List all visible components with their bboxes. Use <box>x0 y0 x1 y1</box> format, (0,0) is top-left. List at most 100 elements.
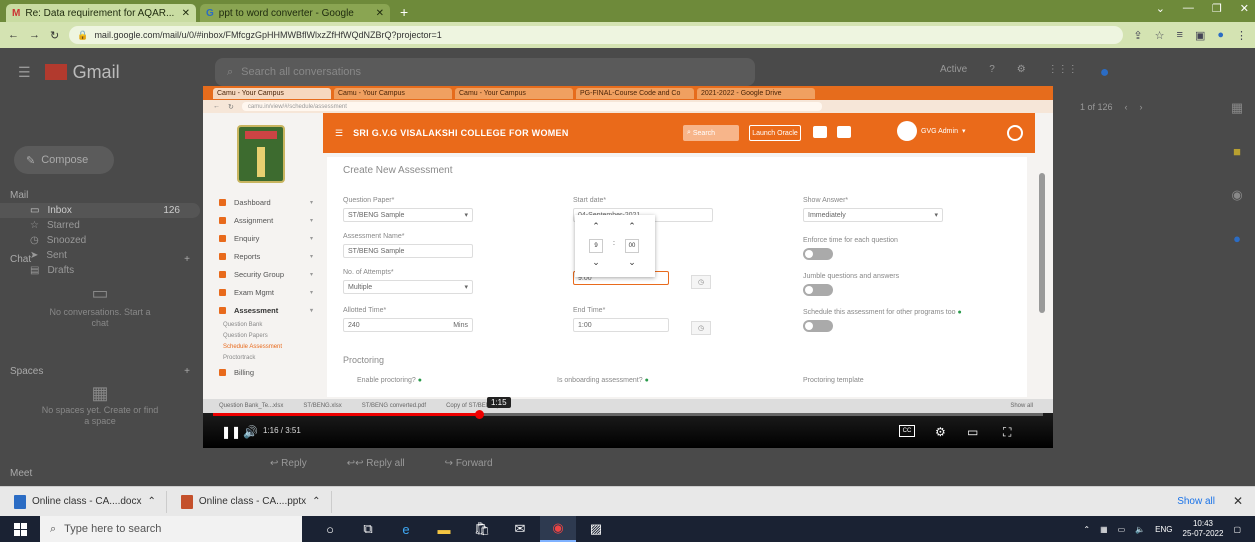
battery-icon[interactable]: ▭ <box>1118 525 1126 534</box>
chevron-down-icon: ▾ <box>309 217 313 224</box>
recorded-tab: 2021-2022 - Google Drive <box>697 87 815 99</box>
bookmark-star-icon[interactable]: ☆ <box>1155 29 1165 42</box>
chat-section-header[interactable]: Chat + <box>10 254 190 265</box>
hover-time-bubble: 1:15 <box>487 397 511 408</box>
close-tab-icon[interactable]: ✕ <box>376 8 384 19</box>
nav-subitem: Question Papers <box>223 332 268 339</box>
clock[interactable]: 10:43 25-07-2022 <box>1183 519 1224 539</box>
reply-button[interactable]: ↩ Reply <box>270 458 307 469</box>
close-window-button[interactable]: ✕ <box>1240 2 1249 15</box>
next-page-icon[interactable]: › <box>1140 102 1143 112</box>
folder-starred[interactable]: ☆ Starred <box>0 218 200 233</box>
store-icon[interactable]: 🛍 <box>464 516 500 542</box>
folder-snoozed[interactable]: ◷ Snoozed <box>0 233 200 248</box>
video-progress-bar[interactable]: 1:15 <box>213 397 1043 419</box>
system-tray: ⌃ ▦ ▭ 🔈 ENG 10:43 25-07-2022 ▢ <box>1083 516 1241 542</box>
start-button[interactable] <box>0 516 40 542</box>
nav-label: Enquiry <box>234 233 260 243</box>
tasks-icon[interactable]: ◉ <box>1231 187 1242 203</box>
taskbar-search[interactable]: ⌕ Type here to search <box>40 516 302 542</box>
settings-gear-icon[interactable]: ⚙ <box>1017 64 1026 82</box>
video-player[interactable]: Camu - Your Campus Camu - Your Campus Ca… <box>203 86 1053 448</box>
nav-item: Exam Mgmt ▾ <box>203 283 323 301</box>
folder-drafts[interactable]: ▤ Drafts <box>0 263 200 278</box>
network-icon[interactable]: ▦ <box>1100 525 1108 534</box>
pager-text: 1 of 126 <box>1080 102 1113 112</box>
account-avatar[interactable]: ● <box>1100 64 1110 82</box>
compose-button[interactable]: ✎ Compose <box>14 146 114 174</box>
reload-icon[interactable]: ↻ <box>50 29 59 42</box>
photos-icon[interactable]: ▨ <box>578 516 614 542</box>
file-explorer-icon[interactable]: ▬ <box>426 516 462 542</box>
share-icon[interactable]: ⇪ <box>1133 29 1142 42</box>
reading-list-icon[interactable]: ≡ <box>1177 29 1183 42</box>
download-item[interactable]: Online class - CA....pptx ⌃ <box>180 490 332 513</box>
minimize-button[interactable]: — <box>1183 2 1194 15</box>
schedule-other-field: Schedule this assessment for other progr… <box>803 309 1023 332</box>
volume-icon[interactable]: 🔈 <box>1135 525 1145 534</box>
volume-icon[interactable]: 🔊 <box>243 425 258 439</box>
contacts-icon[interactable]: ● <box>1233 231 1241 246</box>
keep-icon[interactable]: ■ <box>1233 144 1241 159</box>
language-indicator[interactable]: ENG <box>1155 525 1172 534</box>
task-view-icon[interactable]: ⧉ <box>350 516 386 542</box>
edge-icon[interactable]: e <box>388 516 424 542</box>
settings-gear-icon[interactable]: ⚙ <box>935 425 946 439</box>
mail-section-header[interactable]: Mail <box>0 188 200 203</box>
attempts-field: No. of Attempts* Multiple ▾ <box>343 269 473 294</box>
notifications-icon[interactable]: ▢ <box>1233 525 1241 534</box>
browser-tab-google[interactable]: G ppt to word converter - Google ✕ <box>200 4 390 22</box>
chrome-icon[interactable]: ◉ <box>540 516 576 542</box>
close-icon[interactable]: ✕ <box>1233 494 1243 508</box>
status-indicator[interactable]: Active <box>940 64 967 82</box>
prev-page-icon[interactable]: ‹ <box>1125 102 1128 112</box>
show-all-downloads-link[interactable]: Show all <box>1177 496 1215 507</box>
profile-avatar[interactable]: ● <box>1217 29 1224 42</box>
clock-time: 10:43 <box>1192 519 1213 528</box>
camu-search-label: Search <box>692 129 716 137</box>
main-menu-icon[interactable]: ☰ <box>18 64 31 81</box>
reply-label: Reply <box>281 458 307 469</box>
forward-button[interactable]: ↪ Forward <box>445 458 493 469</box>
chevron-up-icon[interactable]: ⌃ <box>147 496 155 507</box>
miniplayer-icon[interactable]: ▭ <box>967 425 978 439</box>
mail-app-icon[interactable]: ✉ <box>502 516 538 542</box>
meet-section-header[interactable]: Meet <box>10 468 190 479</box>
new-tab-button[interactable]: + <box>394 4 414 22</box>
side-panel-icon[interactable]: ▣ <box>1195 29 1205 42</box>
chevron-up-icon[interactable]: ⌃ <box>1083 525 1090 534</box>
show-answer-field: Show Answer* Immediately ▾ <box>803 197 943 222</box>
browser-tab-gmail[interactable]: M Re: Data requirement for AQAR... ✕ <box>6 4 196 22</box>
gmail-logo[interactable]: Gmail <box>44 62 120 83</box>
restore-button[interactable]: ❐ <box>1212 2 1222 15</box>
logo-pillar <box>257 147 265 177</box>
fullscreen-icon[interactable]: ⛶ <box>1003 425 1011 439</box>
gmail-search-input[interactable]: ⌕ Search all conversations <box>215 58 755 86</box>
more-menu-icon[interactable]: ⋮ <box>1236 29 1247 42</box>
pause-icon[interactable]: ❚❚ <box>221 425 241 439</box>
back-arrow-icon[interactable]: ← <box>8 29 19 41</box>
address-bar[interactable]: 🔒 mail.google.com/mail/u/0/#inbox/FMfcgz… <box>69 26 1124 44</box>
apps-grid-icon[interactable]: ⋮⋮⋮ <box>1048 64 1078 82</box>
forward-arrow-icon[interactable]: → <box>29 29 40 41</box>
help-icon[interactable]: ? <box>989 64 995 82</box>
admin-avatar <box>897 121 917 141</box>
reply-all-button[interactable]: ↩↩ Reply all <box>347 458 405 469</box>
spaces-section-header[interactable]: Spaces + <box>10 366 190 377</box>
add-chat-icon[interactable]: + <box>184 254 190 265</box>
tab-search-icon[interactable]: ⌄ <box>1156 2 1165 15</box>
cortana-icon[interactable]: ○ <box>312 516 348 542</box>
close-tab-icon[interactable]: ✕ <box>182 8 190 19</box>
chat-empty-text: No conversations. Start a chat <box>49 307 151 328</box>
add-space-icon[interactable]: + <box>184 366 190 377</box>
word-file-icon <box>14 494 26 509</box>
download-item[interactable]: Online class - CA....docx ⌃ <box>14 490 167 513</box>
folder-inbox[interactable]: ▭ Inbox 126 <box>0 203 200 218</box>
progress-scrubber[interactable] <box>474 410 484 419</box>
video-controls: 1:15 ❚❚ 🔊 1:16 / 3:51 CC ⚙ ▭ ⛶ <box>203 397 1053 448</box>
calendar-icon[interactable]: ▦ <box>1231 100 1243 116</box>
chevron-up-icon[interactable]: ⌃ <box>312 496 320 507</box>
captions-button[interactable]: CC <box>899 425 915 437</box>
spaces-empty-text: No spaces yet. Create or find a space <box>41 405 159 426</box>
folder-label: Inbox <box>47 205 72 216</box>
